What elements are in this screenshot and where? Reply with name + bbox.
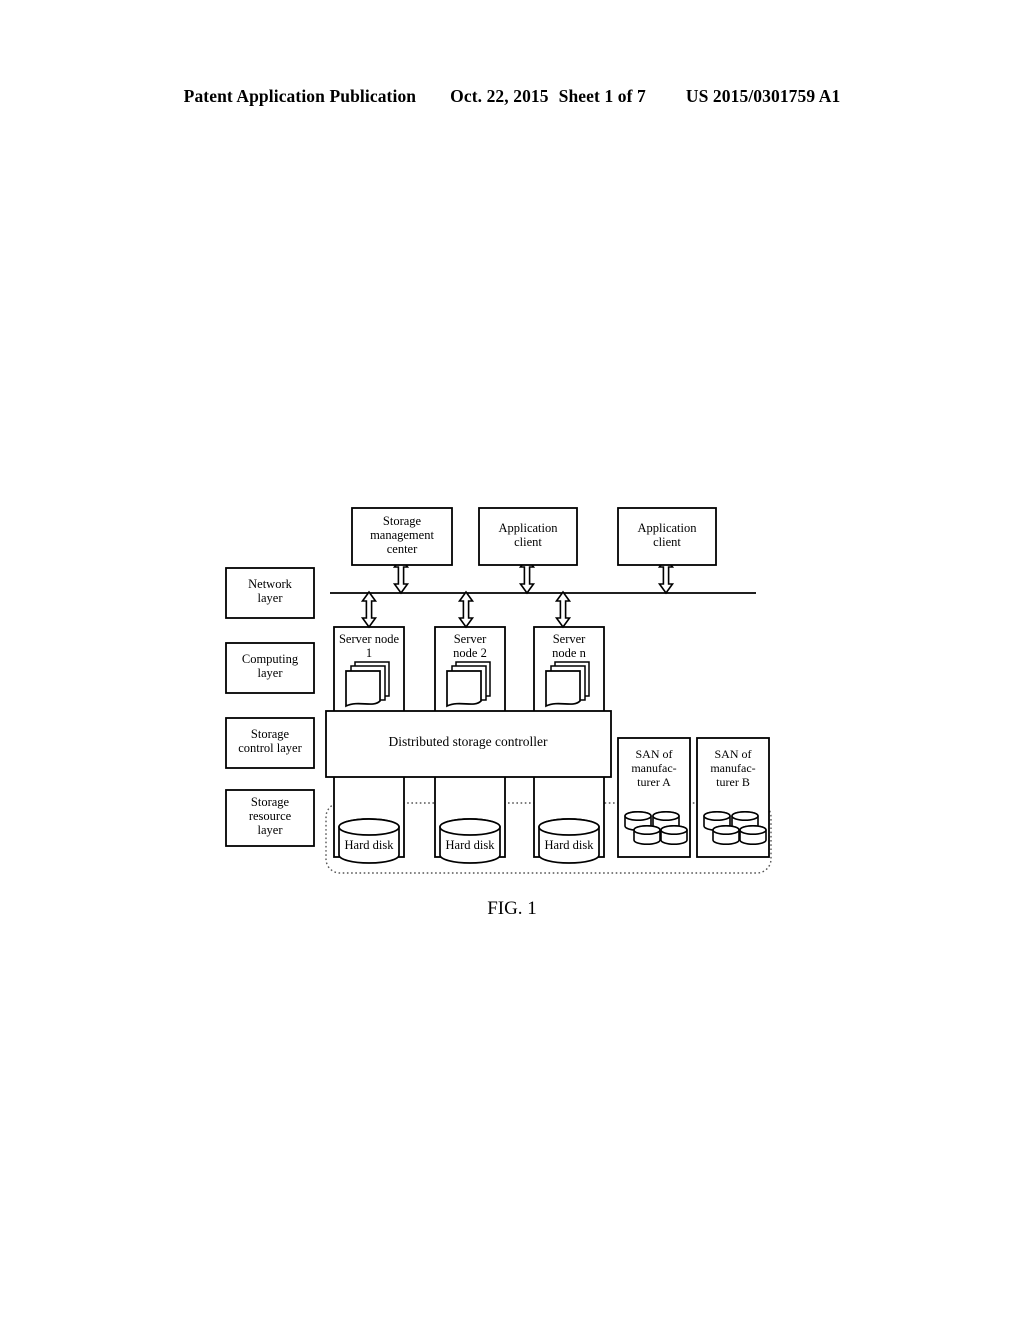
- server-node-2[interactable]: Server node 2: [446, 632, 491, 707]
- layer-label-storage-resource[interactable]: Storage resource layer: [225, 789, 315, 847]
- layer-label-network-line1: Network: [248, 577, 292, 591]
- arrow-server-node-n: [555, 591, 571, 628]
- hard-disk-3-label: Hard disk: [545, 838, 595, 852]
- san-a-label-line2: manufac-: [631, 761, 676, 775]
- distributed-storage-controller-label: Distributed storage controller: [389, 734, 548, 749]
- server-node-2-stack-icon: [446, 661, 491, 707]
- layer-label-network[interactable]: Network layer: [225, 567, 315, 619]
- application-client-2[interactable]: Application client: [617, 507, 717, 566]
- layer-label-computing-line1: Computing: [242, 652, 299, 666]
- hard-disk-1-label: Hard disk: [345, 838, 395, 852]
- server-node-2-label-line2: node 2: [453, 646, 487, 660]
- server-node-n-label-line1: Server: [553, 632, 586, 646]
- san-manufacturer-b[interactable]: SAN of manufac- turer B: [696, 737, 770, 858]
- storage-management-center[interactable]: Storage management center: [351, 507, 453, 566]
- server-node-1-stack-icon: [345, 661, 390, 707]
- layer-label-storage-resource-line1: Storage: [251, 795, 290, 809]
- layer-label-network-line2: layer: [258, 591, 284, 605]
- arrow-server-node-1: [361, 591, 377, 628]
- distributed-storage-controller[interactable]: Distributed storage controller: [325, 710, 612, 778]
- server-node-n-stack-icon: [545, 661, 590, 707]
- layer-label-storage-resource-line2: resource: [249, 809, 292, 823]
- application-client-1[interactable]: Application client: [478, 507, 578, 566]
- server-node-n-label-line2: node n: [552, 646, 586, 660]
- layer-label-storage-control-line2: control layer: [238, 741, 302, 755]
- arrow-server-node-2: [458, 591, 474, 628]
- layer-label-storage-control[interactable]: Storage control layer: [225, 717, 315, 769]
- san-manufacturer-a[interactable]: SAN of manufac- turer A: [617, 737, 691, 858]
- san-b-label-line2: manufac-: [710, 761, 755, 775]
- server-node-n[interactable]: Server node n: [545, 632, 590, 707]
- layer-label-computing[interactable]: Computing layer: [225, 642, 315, 694]
- san-a-label-line1: SAN of: [635, 747, 672, 761]
- san-b-label-line3: turer B: [716, 775, 750, 789]
- server-node-1-label-line1: Server node: [339, 632, 399, 646]
- figure-caption: FIG. 1: [487, 898, 537, 919]
- san-b-label-line1: SAN of: [714, 747, 751, 761]
- san-a-label-line3: turer A: [637, 775, 671, 789]
- layer-label-computing-line2: layer: [258, 666, 284, 680]
- hard-disk-1[interactable]: Hard disk: [338, 818, 400, 864]
- patent-figure-1: Server node 1 Server node 2 Server node …: [0, 0, 1024, 1320]
- san-a-disk-cluster-icon: [624, 810, 688, 846]
- hard-disk-2-label: Hard disk: [446, 838, 496, 852]
- layer-label-storage-resource-line3: layer: [258, 823, 284, 837]
- application-client-1-line2: client: [514, 535, 542, 549]
- storage-management-center-line3: center: [387, 542, 418, 556]
- figure-diagram-canvas: Server node 1 Server node 2 Server node …: [225, 507, 772, 874]
- storage-management-center-line1: Storage: [383, 514, 422, 528]
- application-client-2-line2: client: [653, 535, 681, 549]
- application-client-2-line1: Application: [637, 521, 697, 535]
- application-client-1-line1: Application: [498, 521, 558, 535]
- hard-disk-2[interactable]: Hard disk: [439, 818, 501, 864]
- server-node-1-label-line2: 1: [366, 646, 372, 660]
- layer-label-storage-control-line1: Storage: [251, 727, 290, 741]
- san-b-disk-cluster-icon: [703, 810, 767, 846]
- storage-management-center-line2: management: [370, 528, 434, 542]
- hard-disk-3[interactable]: Hard disk: [538, 818, 600, 864]
- server-node-2-label-line1: Server: [454, 632, 487, 646]
